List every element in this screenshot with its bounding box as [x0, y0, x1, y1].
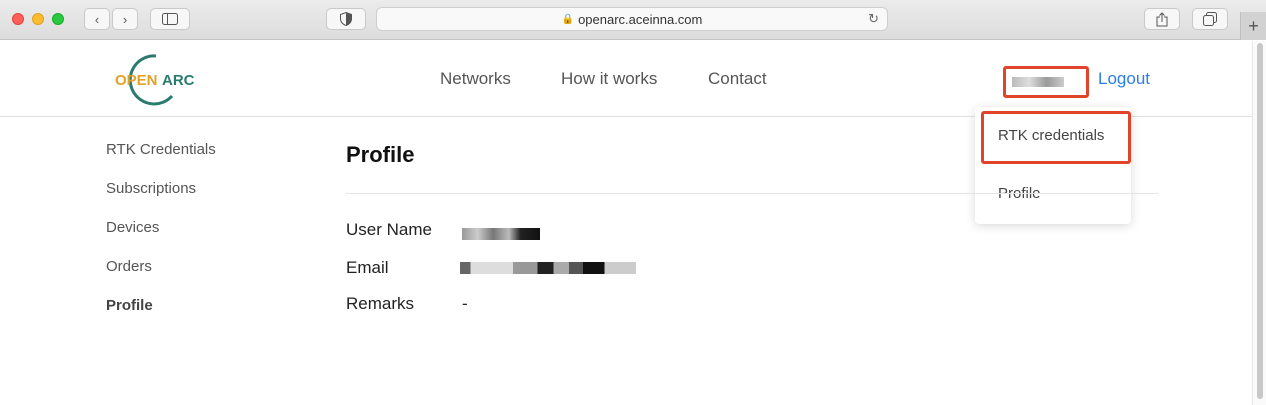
scrollbar-thumb[interactable]: [1257, 43, 1263, 399]
address-text: openarc.aceinna.com: [578, 11, 703, 27]
field-label-email: Email: [346, 258, 389, 277]
openarc-logo[interactable]: OPEN ARC: [112, 52, 204, 106]
lock-icon: 🔒: [561, 13, 575, 25]
logout-link[interactable]: Logout: [1098, 69, 1150, 89]
sidebar-item-rtk-credentials[interactable]: RTK Credentials: [106, 141, 216, 158]
svg-text:OPEN: OPEN: [115, 72, 158, 89]
user-menu-button[interactable]: [1003, 66, 1089, 98]
field-value-remarks: -: [462, 294, 468, 313]
minimize-window-button[interactable]: [32, 13, 44, 25]
forward-button[interactable]: ›: [112, 8, 138, 30]
site-header: OPEN ARC Networks How it works Contact L…: [0, 41, 1252, 117]
web-page: OPEN ARC Networks How it works Contact L…: [0, 41, 1252, 405]
share-icon: [1156, 11, 1168, 26]
plus-icon: +: [1248, 15, 1259, 36]
chevron-left-icon: ‹: [94, 11, 100, 27]
nav-how-it-works[interactable]: How it works: [561, 69, 657, 89]
page-title: Profile: [346, 142, 415, 167]
nav-networks[interactable]: Networks: [440, 69, 511, 89]
rtk-credentials-highlight: [981, 111, 1131, 164]
tabs-icon: [1203, 12, 1217, 26]
browser-toolbar: ‹ › 🔒 openarc.aceinna.com ↻ +: [0, 0, 1266, 40]
shield-icon: [340, 12, 352, 26]
nav-contact[interactable]: Contact: [708, 69, 767, 89]
chevron-right-icon: ›: [122, 11, 128, 27]
reload-icon[interactable]: ↻: [868, 11, 879, 27]
sidebar-icon: [162, 13, 178, 25]
sidebar-item-orders[interactable]: Orders: [106, 258, 152, 275]
address-bar[interactable]: 🔒 openarc.aceinna.com ↻: [376, 7, 888, 31]
field-label-remarks: Remarks: [346, 294, 415, 313]
close-window-button[interactable]: [12, 13, 24, 25]
field-label-username: User Name: [346, 220, 432, 239]
sidebar-toggle-button[interactable]: [150, 8, 190, 30]
tab-overview-button[interactable]: [1192, 8, 1228, 30]
privacy-shield-button[interactable]: [326, 8, 366, 30]
sidebar-item-profile[interactable]: Profile: [106, 297, 153, 314]
svg-text:ARC: ARC: [162, 72, 195, 89]
back-button[interactable]: ‹: [84, 8, 110, 30]
vertical-scrollbar[interactable]: [1252, 41, 1266, 405]
username-redacted: [1012, 77, 1064, 87]
divider: [346, 193, 1158, 194]
sidebar-item-subscriptions[interactable]: Subscriptions: [106, 180, 196, 197]
share-button[interactable]: [1144, 8, 1180, 30]
sidebar-item-devices[interactable]: Devices: [106, 219, 159, 236]
new-tab-button[interactable]: +: [1240, 12, 1266, 40]
fullscreen-window-button[interactable]: [52, 13, 64, 25]
